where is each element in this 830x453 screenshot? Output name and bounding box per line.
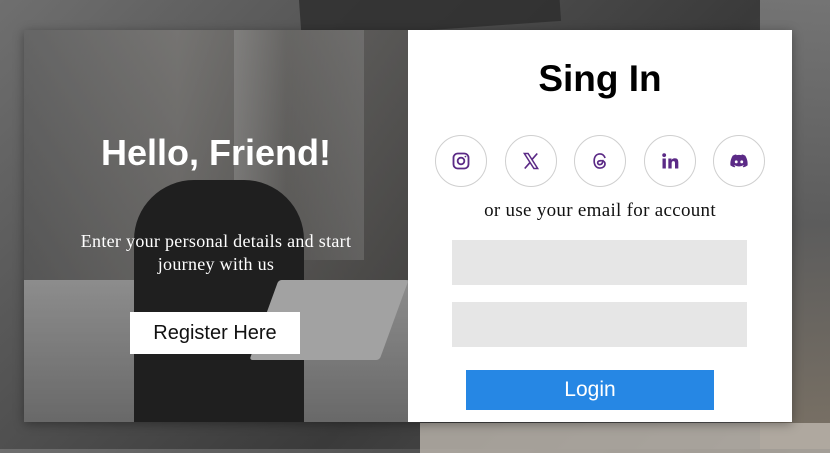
linkedin-login-button[interactable] [643, 135, 696, 187]
discord-icon [730, 154, 748, 168]
welcome-panel: Hello, Friend! Enter your personal detai… [24, 30, 408, 422]
welcome-heading: Hello, Friend! [100, 132, 331, 173]
instagram-icon [452, 152, 470, 170]
email-field[interactable] [452, 240, 747, 285]
social-login-list [435, 135, 765, 187]
threads-login-button[interactable] [574, 135, 626, 187]
welcome-content: Hello, Friend! Enter your personal detai… [24, 30, 408, 422]
linkedin-icon [661, 153, 678, 169]
signin-title: Sing In [538, 58, 662, 99]
login-button[interactable]: Login [466, 370, 714, 410]
welcome-text: Enter your personal details and start jo… [80, 231, 352, 274]
discord-login-button[interactable] [713, 135, 765, 187]
email-option-text: or use your email for account [484, 200, 716, 221]
auth-card: Hello, Friend! Enter your personal detai… [24, 30, 792, 422]
x-login-button[interactable] [504, 135, 557, 187]
password-field[interactable] [452, 302, 747, 347]
register-button[interactable]: Register Here [130, 312, 300, 354]
x-icon [522, 152, 539, 170]
threads-icon [593, 153, 606, 169]
instagram-login-button[interactable] [435, 135, 487, 187]
signin-panel: Sing In or use your email for account Lo… [408, 30, 792, 422]
